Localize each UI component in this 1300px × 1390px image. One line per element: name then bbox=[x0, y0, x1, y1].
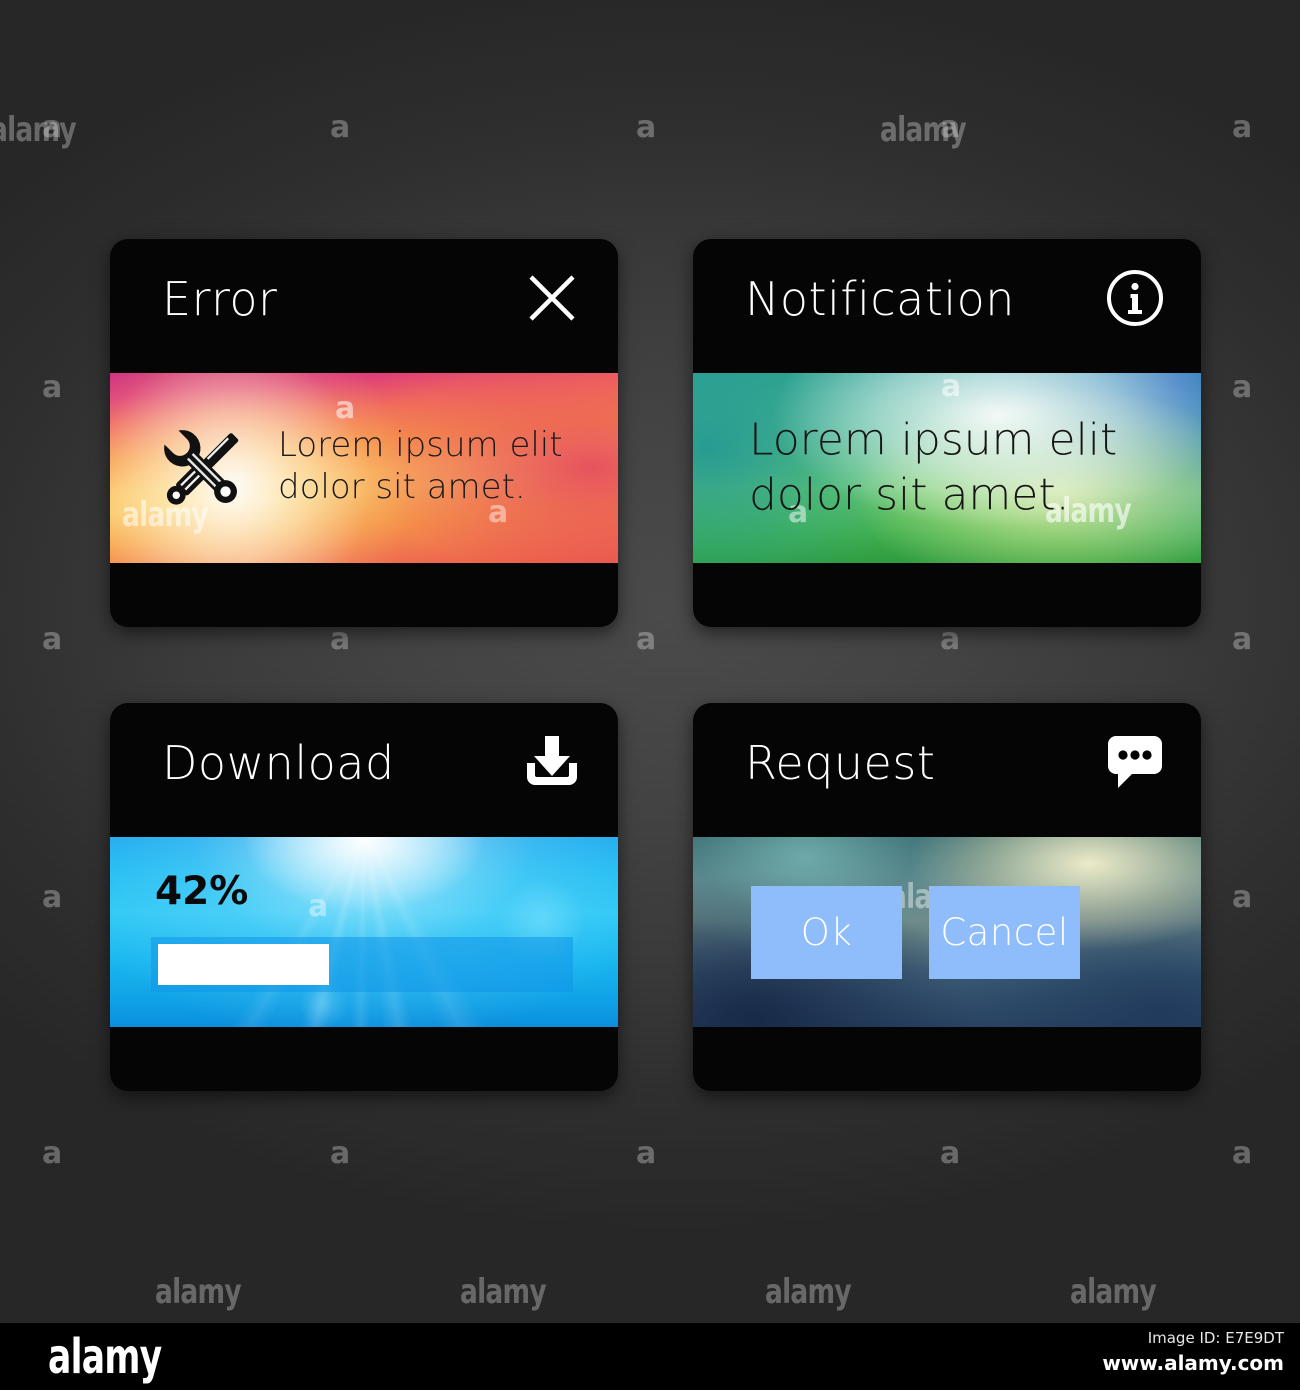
cancel-button[interactable]: Cancel bbox=[929, 885, 1080, 979]
request-card-body: alamy Ok Cancel bbox=[693, 837, 1201, 1027]
download-card-header: Download bbox=[110, 703, 618, 837]
error-card-title: Error bbox=[162, 272, 278, 326]
request-card-header: Request bbox=[693, 703, 1201, 837]
error-message-line2: dolor sit amet. bbox=[278, 467, 526, 507]
error-card-body: a alamy a Lorem ipsum elit dolor sit ame… bbox=[110, 373, 618, 563]
footer-bar: alamy Image ID: E7E9DT www.alamy.com bbox=[0, 1323, 1300, 1390]
notification-card-body: a a alamy Lorem ipsum elit dolor sit ame… bbox=[693, 373, 1201, 563]
error-card-header: Error bbox=[110, 239, 618, 373]
request-card-title: Request bbox=[745, 736, 936, 790]
notification-dialog-card[interactable]: Notification a a alamy Lorem ipsum elit … bbox=[693, 239, 1201, 627]
ok-button[interactable]: Ok bbox=[751, 885, 902, 979]
notification-card-title: Notification bbox=[745, 272, 1015, 326]
download-progress-fill bbox=[158, 944, 330, 985]
background-surface bbox=[0, 0, 1300, 1323]
download-progress-bar[interactable] bbox=[151, 937, 573, 992]
error-dialog-card[interactable]: Error a alamy a Lorem ipsum elit dolor s… bbox=[110, 239, 618, 627]
download-progress-label: 42% bbox=[155, 869, 249, 914]
download-icon[interactable] bbox=[516, 726, 588, 798]
download-dialog-card[interactable]: Download a 42% bbox=[110, 703, 618, 1091]
download-gradient-background bbox=[110, 837, 618, 1027]
notification-card-header: Notification bbox=[693, 239, 1201, 373]
website-url: www.alamy.com bbox=[1102, 1351, 1284, 1375]
error-message-line1: Lorem ipsum elit bbox=[278, 424, 563, 465]
chat-bubble-dots-icon[interactable] bbox=[1099, 726, 1171, 798]
image-id-label: Image ID: E7E9DT bbox=[1147, 1329, 1284, 1347]
download-card-body: a 42% bbox=[110, 837, 618, 1027]
notification-message-line2: dolor sit amet. bbox=[749, 469, 1070, 520]
notification-message: Lorem ipsum elit dolor sit amet. bbox=[749, 413, 1117, 522]
alamy-logo: alamy bbox=[48, 1329, 162, 1385]
request-button-row: Ok Cancel bbox=[693, 837, 1201, 1027]
close-icon[interactable] bbox=[516, 262, 588, 334]
wrench-screwdriver-icon bbox=[110, 416, 278, 520]
download-card-title: Download bbox=[162, 736, 395, 790]
notification-message-line1: Lorem ipsum elit bbox=[749, 414, 1118, 466]
screenshot-root: a a a a a alamy alamy a a a a a a a a a … bbox=[0, 0, 1300, 1390]
error-message: Lorem ipsum elit dolor sit amet. bbox=[278, 424, 563, 509]
info-circle-icon[interactable] bbox=[1099, 262, 1171, 334]
request-dialog-card[interactable]: Request alamy Ok Cancel bbox=[693, 703, 1201, 1091]
